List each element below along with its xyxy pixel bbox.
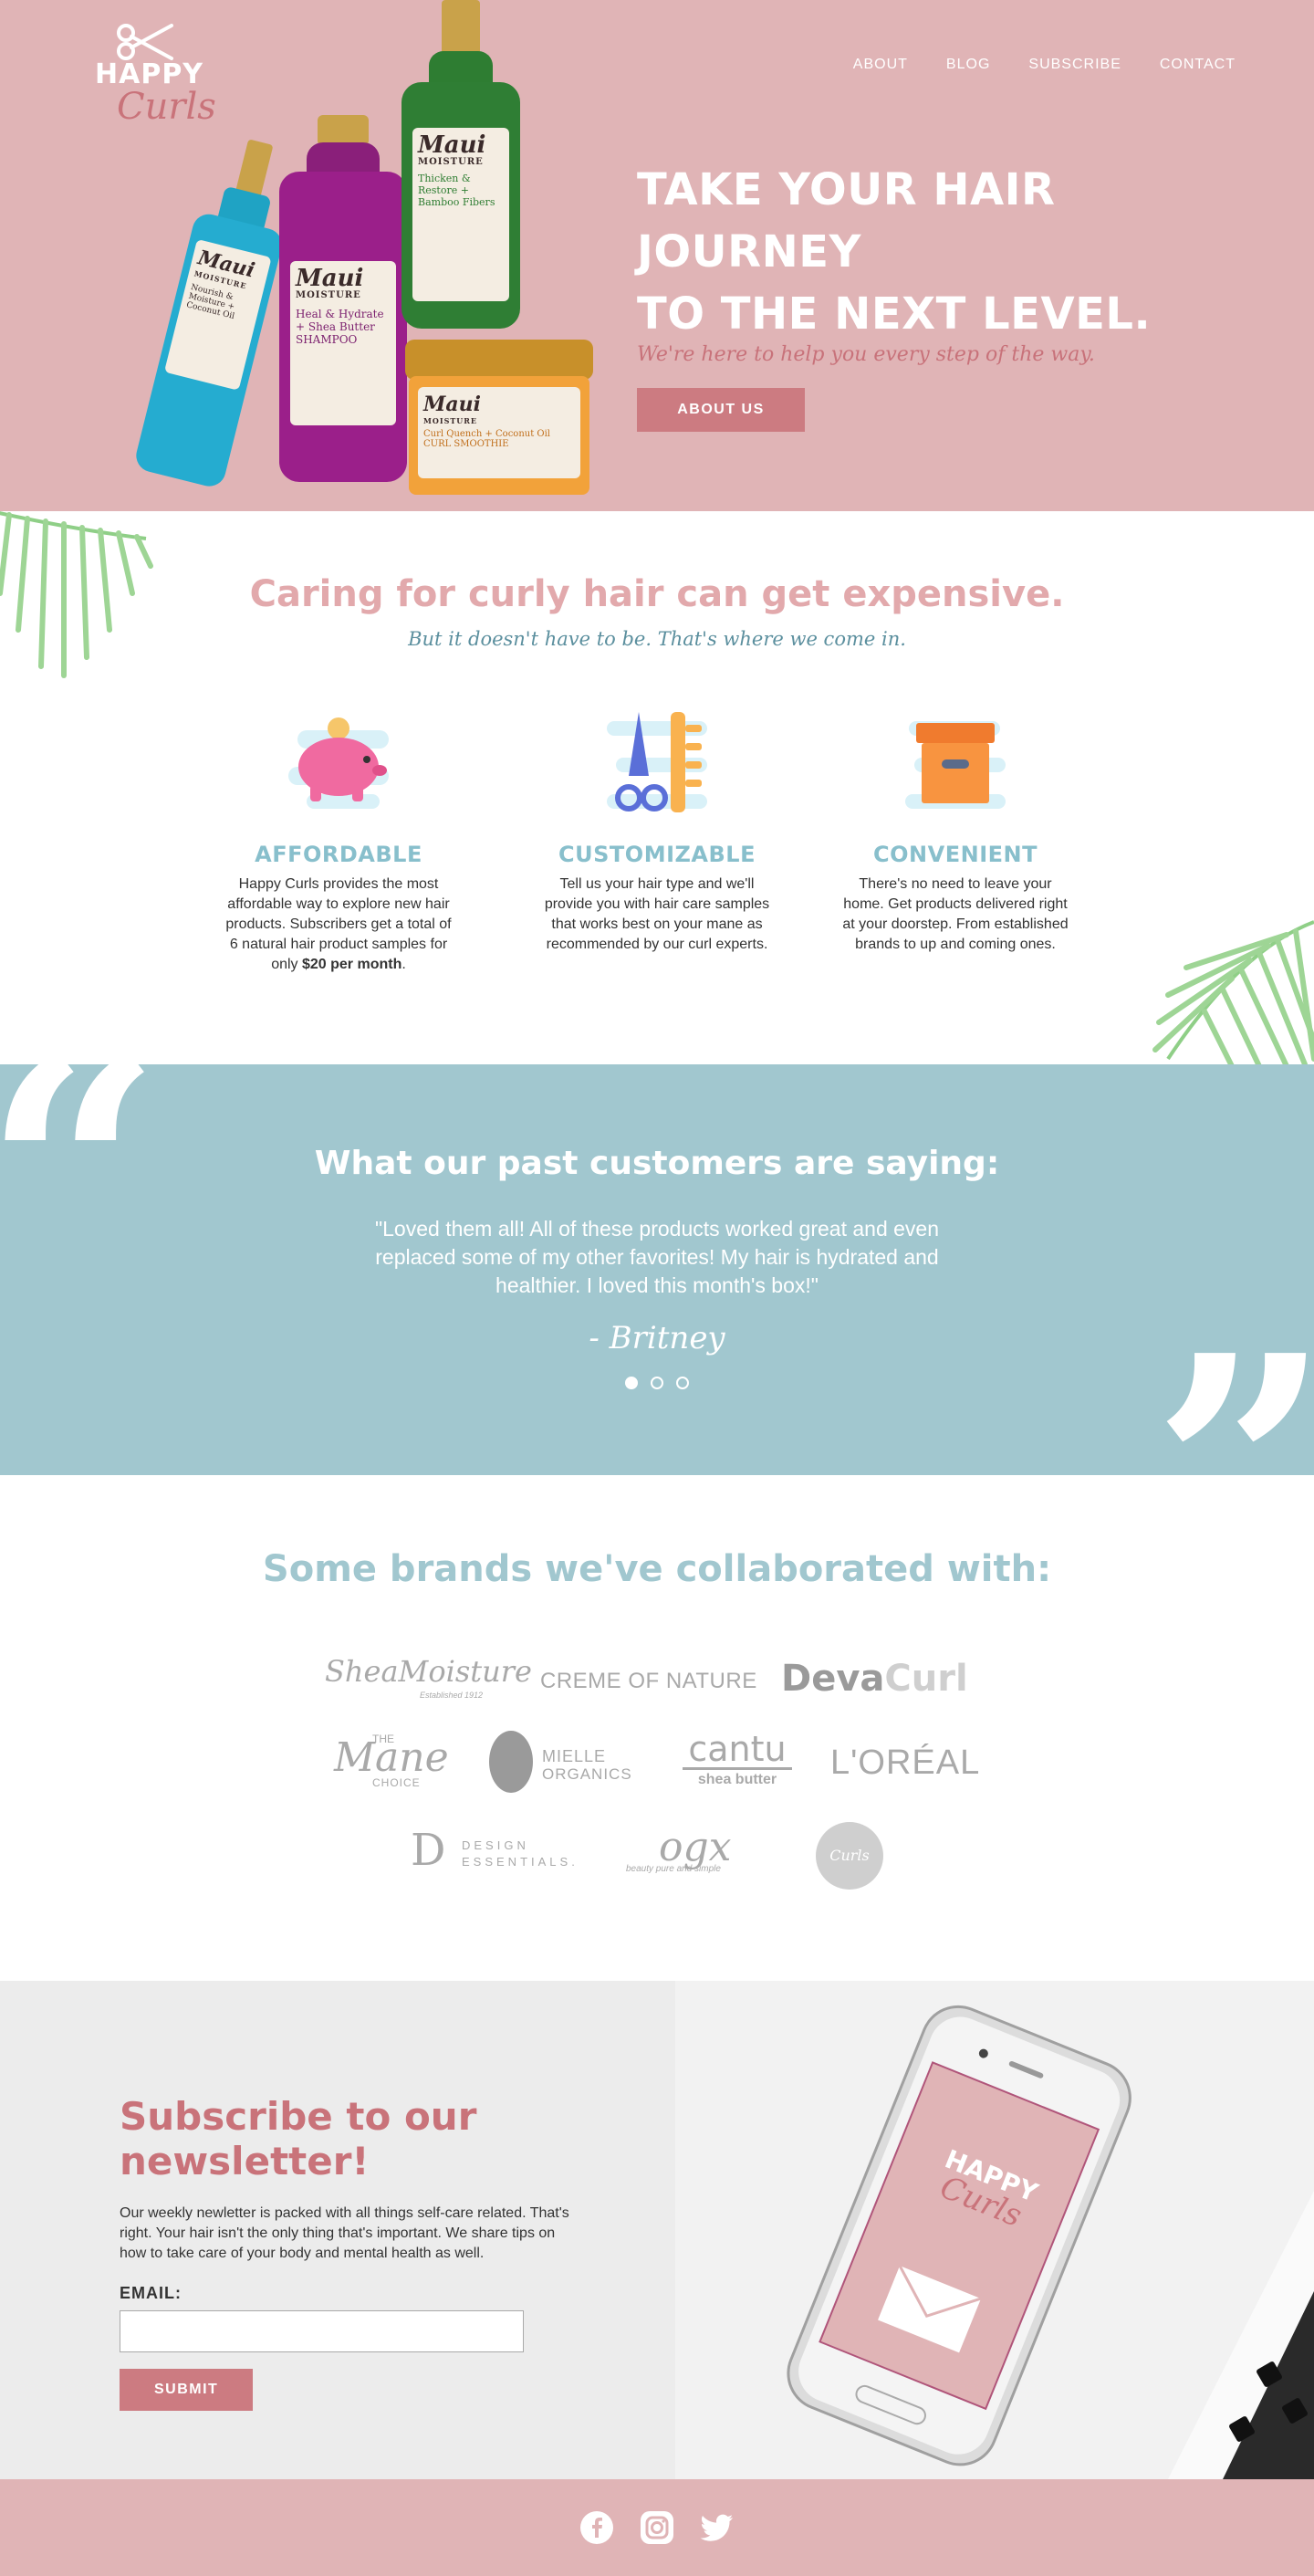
feature-convenient-text: There's no need to leave your home. Get …: [842, 876, 1069, 952]
feature-affordable-title: AFFORDABLE: [255, 842, 422, 867]
feature-affordable: AFFORDABLE Happy Curls provides the most…: [220, 703, 457, 975]
brands-title: Some brands we've collaborated with:: [262, 1548, 1052, 1590]
footer: [0, 2479, 1314, 2576]
feature-customizable-text: Tell us your hair type and we'll provide…: [544, 876, 770, 952]
box-icon: [896, 703, 1015, 822]
main-nav: ABOUT BLOG SUBSCRIBE CONTACT: [815, 57, 1236, 73]
caring-title: Caring for curly hair can get expensive.: [249, 573, 1065, 615]
testimonial-section: “ ” What our past customers are saying: …: [0, 1064, 1314, 1475]
sheamoisture-logo: SheaMoisture Established 1912: [325, 1654, 532, 1700]
orange-jar: Maui MOISTURE Curl Quench + Coconut Oil …: [405, 340, 593, 495]
close-quote-icon: ”: [1152, 1289, 1314, 1476]
nav-blog[interactable]: BLOG: [946, 57, 990, 73]
jar-label: Maui MOISTURE Curl Quench + Coconut Oil …: [418, 387, 580, 478]
features-section: Caring for curly hair can get expensive.…: [0, 511, 1314, 1064]
brands-section: Some brands we've collaborated with: She…: [0, 1475, 1314, 1981]
scissors-comb-icon: [598, 703, 716, 822]
palm-leaf-decoration: [0, 511, 153, 678]
newsletter-section: HAPPY Curls Subscribe to our newsletter!…: [0, 1981, 1314, 2479]
loreal-logo: L'ORÉAL: [830, 1744, 981, 1782]
submit-button[interactable]: SUBMIT: [120, 2369, 254, 2411]
palm-leaf-decoration-right: [1152, 920, 1314, 1064]
testimonial-quote: "Loved them all! All of these products w…: [374, 1217, 940, 1297]
about-us-button[interactable]: ABOUT US: [637, 388, 805, 432]
hero-text: TAKE YOUR HAIR JOURNEY TO THE NEXT LEVEL…: [637, 159, 1239, 432]
phone-mockup-image: HAPPY Curls: [675, 1981, 1314, 2479]
open-quote-icon: “: [0, 1064, 162, 1356]
nav-contact[interactable]: CONTACT: [1160, 57, 1236, 73]
feature-convenient-title: CONVENIENT: [873, 842, 1038, 867]
instagram-icon[interactable]: [640, 2510, 674, 2545]
email-field[interactable]: [120, 2310, 524, 2352]
email-label: EMAIL:: [120, 2284, 182, 2302]
creme-of-nature-logo: CREME OF NATURE: [540, 1669, 757, 1693]
carousel-dots: [0, 1377, 1314, 1389]
blue-bottle-label: Maui MOISTURE Nourish & Moisture + Cocon…: [163, 238, 272, 391]
hero-section: HAPPY Curls ABOUT BLOG SUBSCRIBE CONTACT…: [0, 0, 1314, 511]
hero-headline-line2: TO THE NEXT LEVEL.: [637, 288, 1152, 340]
testimonial-author: - Britney: [589, 1320, 725, 1356]
testimonial-title: What our past customers are saying:: [314, 1145, 1000, 1182]
carousel-dot-2[interactable]: [651, 1377, 663, 1389]
purple-bottle-label: Maui MOISTURE Heal & Hydrate + Shea Butt…: [290, 261, 396, 425]
cantu-logo: cantu shea butter: [683, 1731, 792, 1788]
caring-subtitle: But it doesn't have to be. That's where …: [408, 628, 906, 650]
nav-about[interactable]: ABOUT: [853, 57, 908, 73]
nav-subscribe[interactable]: SUBSCRIBE: [1028, 57, 1121, 73]
purple-shampoo-bottle: Maui MOISTURE Heal & Hydrate + Shea Butt…: [279, 115, 407, 482]
mane-choice-logo: THE Mane CHOICE: [334, 1733, 449, 1789]
carousel-dot-1[interactable]: [625, 1377, 638, 1389]
curls-brand-logo: Curls: [816, 1822, 883, 1890]
green-bottle-label: Maui MOISTURE Thicken & Restore + Bamboo…: [412, 128, 509, 301]
newsletter-form: Subscribe to our newsletter! Our weekly …: [120, 2094, 667, 2411]
feature-customizable-title: CUSTOMIZABLE: [558, 842, 756, 867]
facebook-icon[interactable]: [579, 2510, 614, 2545]
piggy-bank-icon: [279, 703, 398, 822]
carousel-dot-3[interactable]: [676, 1377, 689, 1389]
twitter-icon[interactable]: [700, 2510, 735, 2545]
hero-headline-line1: TAKE YOUR HAIR JOURNEY: [637, 164, 1056, 277]
newsletter-title: Subscribe to our newsletter!: [120, 2094, 477, 2183]
feature-customizable: CUSTOMIZABLE Tell us your hair type and …: [538, 703, 776, 955]
hero-headline: TAKE YOUR HAIR JOURNEY TO THE NEXT LEVEL…: [637, 159, 1239, 345]
green-spray-bottle: Maui MOISTURE Thicken & Restore + Bamboo…: [402, 0, 520, 329]
mielle-organics-logo: MIELLE ORGANICS: [484, 1729, 648, 1795]
design-essentials-logo: D DESIGN ESSENTIALS.: [411, 1825, 579, 1876]
hero-products-image: Maui MOISTURE Nourish & Moisture + Cocon…: [128, 0, 639, 511]
feature-convenient: CONVENIENT There's no need to leave your…: [837, 703, 1074, 955]
newsletter-text: Our weekly newletter is packed with all …: [120, 2205, 569, 2261]
devacurl-logo: DevaCurl: [781, 1658, 968, 1700]
feature-affordable-text: Happy Curls provides the most affordable…: [225, 876, 452, 972]
ogx-logo: ogx beauty pure and simple: [626, 1824, 732, 1874]
hero-tagline: We're here to help you every step of the…: [637, 343, 1095, 366]
